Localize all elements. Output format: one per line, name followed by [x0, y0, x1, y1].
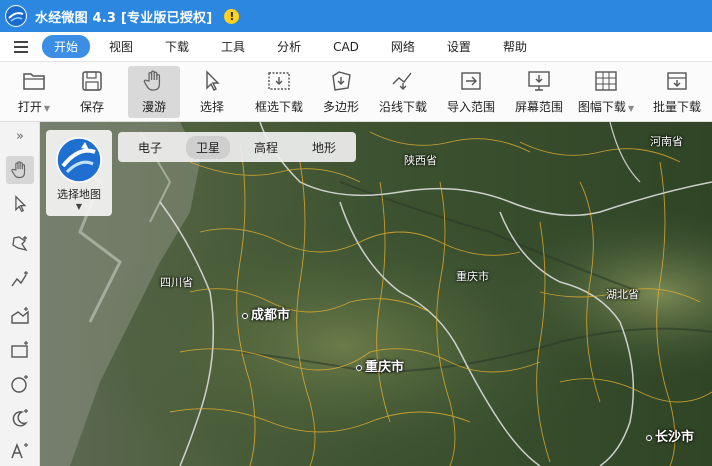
line-download-label: 沿线下载	[378, 100, 427, 114]
tab-satellite[interactable]: 卫星	[186, 135, 231, 159]
label-chengdu: 成都市	[242, 304, 290, 323]
area-icon	[11, 307, 29, 324]
title-bar: 水经微图 4.3 [专业版已授权] !	[0, 0, 712, 32]
sidebar-polyline-button[interactable]	[6, 266, 34, 294]
app-logo-icon	[5, 5, 27, 27]
screen-range-label: 屏幕范围	[514, 100, 563, 114]
map-source-selector[interactable]: 选择地图 ▼	[46, 130, 112, 216]
sidebar-select-button[interactable]	[6, 190, 34, 218]
ribbon-toolbar: 打开 ▼ 保存 漫游 选择 框选下载 多边形 沿线下载 导入范围 屏幕范围 图幅…	[0, 62, 712, 122]
sidebar-pan-button[interactable]	[6, 156, 34, 184]
text-icon	[11, 442, 28, 459]
batch-download-label: 批量下载	[652, 100, 701, 114]
globe-map-icon	[56, 137, 102, 183]
floppy-icon	[79, 68, 105, 94]
app-title: 水经微图 4.3 [专业版已授权]	[35, 10, 213, 26]
hand-icon	[11, 161, 26, 179]
polygon-download-icon	[328, 68, 354, 94]
chevron-down-icon: ▼	[75, 202, 83, 211]
box-download-icon	[266, 68, 292, 94]
label-changsha: 长沙市	[646, 426, 694, 445]
label-henan: 河南省	[650, 135, 683, 148]
city-marker-icon	[242, 312, 248, 319]
polygon-download-label: 多边形	[322, 100, 359, 114]
sidebar-text-button[interactable]	[6, 436, 34, 464]
import-range-button[interactable]: 导入范围	[444, 66, 498, 118]
open-button[interactable]: 打开 ▼	[12, 66, 56, 118]
menu-help[interactable]: 帮助	[503, 38, 527, 55]
crescent-icon	[12, 409, 28, 427]
tab-electronic[interactable]: 电子	[128, 136, 172, 159]
label-shaanxi: 陕西省	[404, 154, 437, 167]
map-selector-label: 选择地图	[57, 188, 101, 201]
chevron-down-icon: ▼	[43, 104, 51, 113]
sidebar-crescent-button[interactable]	[6, 404, 34, 432]
polyline-icon	[11, 271, 28, 287]
menu-start[interactable]: 开始	[42, 35, 91, 58]
screen-range-button[interactable]: 屏幕范围	[512, 66, 566, 118]
warning-icon[interactable]: !	[224, 8, 240, 24]
menu-analysis[interactable]: 分析	[277, 38, 301, 55]
screen-range-icon	[526, 68, 552, 94]
sidebar-pin-button[interactable]	[6, 230, 34, 258]
cursor-icon	[15, 195, 27, 213]
menu-bar: 开始 视图 下载 工具 分析 CAD 网络 设置 帮助	[0, 32, 712, 62]
hamburger-menu-icon[interactable]	[14, 40, 28, 53]
menu-cad[interactable]: CAD	[333, 40, 359, 54]
folder-icon	[21, 68, 47, 94]
map-type-tabs: 电子 卫星 高程 地形	[118, 132, 356, 162]
save-button[interactable]: 保存	[70, 66, 114, 118]
menu-network[interactable]: 网络	[391, 38, 415, 55]
circle-icon	[11, 375, 28, 393]
box-download-button[interactable]: 框选下载	[252, 66, 306, 118]
chevron-down-icon: ▼	[627, 104, 635, 113]
sidebar-expand-button[interactable]: »	[6, 126, 34, 146]
label-chongqing-city: 重庆市	[356, 356, 404, 375]
cursor-icon	[199, 68, 225, 94]
batch-download-button[interactable]: 批量下载	[650, 66, 704, 118]
rectangle-icon	[11, 341, 28, 358]
tab-elevation[interactable]: 高程	[244, 136, 288, 159]
sheet-download-label: 图幅下载	[577, 100, 626, 114]
left-tool-sidebar: »	[0, 122, 40, 466]
line-download-icon	[390, 68, 416, 94]
import-range-icon	[458, 68, 484, 94]
city-marker-icon	[646, 434, 652, 441]
menu-view[interactable]: 视图	[109, 38, 133, 55]
tab-terrain[interactable]: 地形	[302, 136, 346, 159]
map-view[interactable]: 选择地图 ▼ 电子 卫星 高程 地形 陕西省 河南省 四川省 重庆市 湖北省 成…	[40, 122, 712, 466]
select-label: 选择	[199, 100, 224, 114]
sidebar-rectangle-button[interactable]	[6, 336, 34, 364]
sidebar-area-button[interactable]	[6, 302, 34, 330]
select-button[interactable]: 选择	[190, 66, 234, 118]
sidebar-circle-button[interactable]	[6, 370, 34, 398]
menu-settings[interactable]: 设置	[447, 38, 471, 55]
sheet-download-icon	[593, 68, 619, 94]
hand-icon	[141, 68, 167, 94]
label-chongqing-region: 重庆市	[456, 270, 489, 283]
label-hubei: 湖北省	[606, 288, 639, 301]
sheet-download-button[interactable]: 图幅下载 ▼	[578, 66, 634, 118]
line-download-button[interactable]: 沿线下载	[376, 66, 430, 118]
menu-tools[interactable]: 工具	[221, 38, 245, 55]
pan-button[interactable]: 漫游	[128, 66, 180, 118]
import-range-label: 导入范围	[446, 100, 495, 114]
open-label: 打开	[17, 100, 42, 114]
save-label: 保存	[79, 100, 104, 114]
menu-download[interactable]: 下载	[165, 38, 189, 55]
pan-label: 漫游	[141, 100, 166, 114]
city-marker-icon	[356, 364, 362, 371]
batch-download-icon	[664, 68, 690, 94]
label-sichuan: 四川省	[160, 276, 193, 289]
box-download-label: 框选下载	[254, 100, 303, 114]
pin-icon	[12, 236, 28, 252]
polygon-download-button[interactable]: 多边形	[318, 66, 364, 118]
